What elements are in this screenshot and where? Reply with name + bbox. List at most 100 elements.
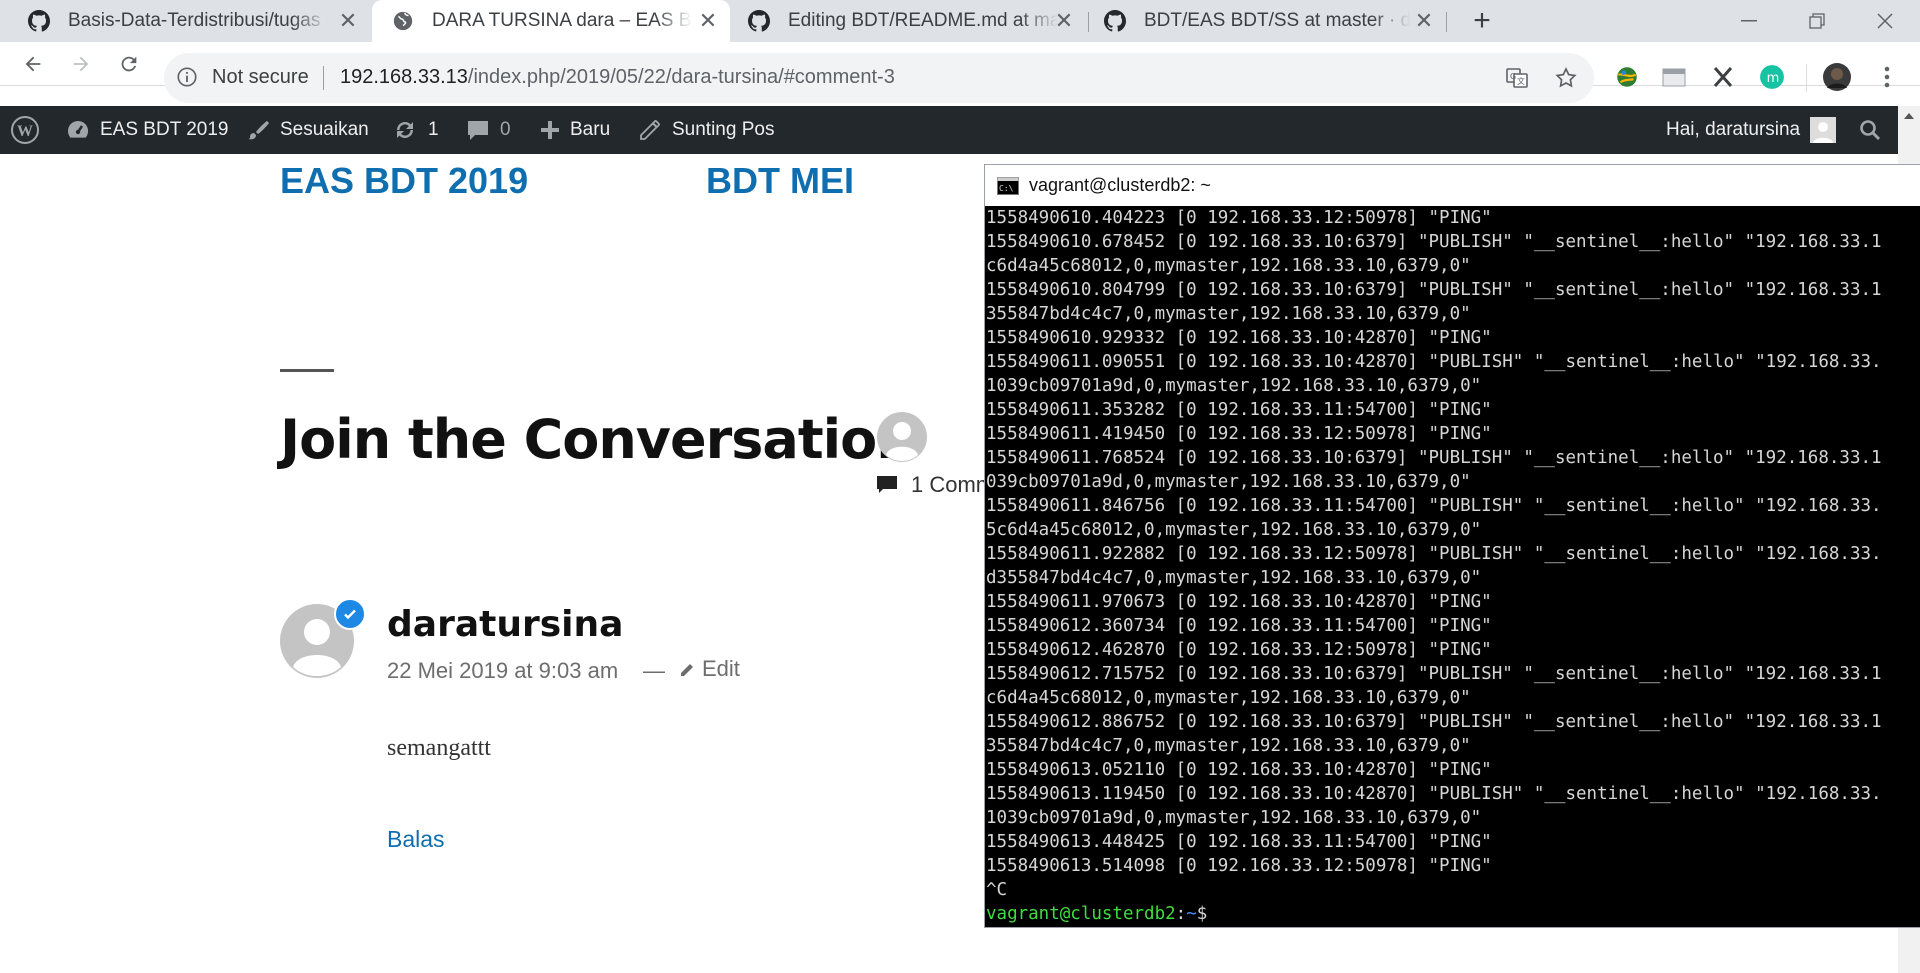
verified-check-icon [334, 598, 366, 630]
terminal-line: d355847bd4c4c7,0,mymaster,192.168.33.10,… [986, 568, 1482, 588]
close-tab-icon[interactable]: ✕ [1052, 9, 1076, 33]
terminal-prompt[interactable]: vagrant@clusterdb2:~$ [985, 902, 1920, 926]
url-host: 192.168.33.13 [340, 66, 468, 88]
new-tab-button[interactable]: + [1466, 6, 1498, 38]
terminal-line: 1558490613.052110 [0 192.168.33.10:42870… [986, 760, 1492, 780]
wp-new[interactable]: Baru [540, 106, 610, 154]
close-tab-icon[interactable]: ✕ [1412, 9, 1436, 33]
close-tab-icon[interactable]: ✕ [696, 9, 720, 33]
terminal-line: 1558490611.090551 [0 192.168.33.10:42870… [986, 352, 1882, 372]
comment-bubble-icon [468, 121, 488, 140]
comment-count-label: 1 Comm [911, 472, 995, 497]
url-divider [323, 66, 324, 90]
forward-icon[interactable] [64, 48, 98, 80]
tab-title: Editing BDT/README.md at master [788, 10, 1058, 31]
terminal-line: 5c6d4a45c68012,0,mymaster,192.168.33.10,… [986, 520, 1482, 540]
comment-date[interactable]: 22 Mei 2019 at 9:03 am [387, 658, 618, 684]
conversation-heading: Join the Conversation [280, 408, 915, 471]
url-text[interactable]: 192.168.33.13/index.php/2019/05/22/dara-… [340, 66, 895, 89]
close-window-icon[interactable] [1850, 0, 1920, 42]
site-title-link[interactable]: EAS BDT 2019 [280, 160, 528, 202]
svg-text:W: W [17, 123, 33, 140]
terminal-line: 355847bd4c4c7,0,mymaster,192.168.33.10,6… [986, 304, 1471, 324]
wp-site-name: EAS BDT 2019 [100, 119, 229, 140]
tab-separator [1088, 12, 1089, 32]
minimize-icon[interactable] [1714, 0, 1784, 42]
wp-customize[interactable]: Sesuaikan [246, 106, 369, 154]
close-tab-icon[interactable]: ✕ [336, 9, 360, 33]
extension-m-icon[interactable]: m [1757, 62, 1787, 92]
terminal-line: 1558490611.922882 [0 192.168.33.12:50978… [986, 544, 1882, 564]
github-icon [1104, 10, 1126, 32]
terminal-line: ^C [986, 880, 1008, 900]
terminal-line: c6d4a45c68012,0,mymaster,192.168.33.10,6… [986, 688, 1471, 708]
terminal-line: 039cb09701a9d,0,mymaster,192.168.33.10,6… [986, 472, 1471, 492]
security-label[interactable]: Not secure [212, 66, 309, 89]
extension-window-icon[interactable] [1660, 62, 1690, 92]
terminal-title: vagrant@clusterdb2: ~ [1029, 175, 1211, 195]
wp-account[interactable]: Hai, daratursina [1666, 106, 1837, 154]
nav-menu-item[interactable]: BDT MEI [706, 160, 854, 202]
extension-x-icon[interactable] [1708, 62, 1738, 92]
back-icon[interactable] [16, 48, 50, 80]
brush-icon [248, 121, 269, 140]
pencil-icon [640, 120, 660, 140]
tab-3[interactable]: Editing BDT/README.md at master ✕ [730, 0, 1086, 42]
svg-text:C:\: C:\ [999, 184, 1014, 193]
tab-separator [1446, 12, 1447, 32]
terminal-line: 1558490610.404223 [0 192.168.33.12:50978… [986, 208, 1492, 228]
profile-avatar[interactable] [1822, 62, 1852, 92]
wp-customize-label: Sesuaikan [280, 119, 369, 140]
comment-count[interactable]: 1 Comm [877, 472, 994, 498]
wp-edit-post[interactable]: Sunting Pos [638, 106, 774, 154]
tab-4[interactable]: BDT/EAS BDT/SS at master · dara ✕ [1090, 0, 1446, 42]
terminal-line: 1558490611.419450 [0 192.168.33.12:50978… [986, 424, 1492, 444]
terminal-output[interactable]: 1558490610.404223 [0 192.168.33.12:50978… [985, 206, 1920, 927]
terminal-line: 1558490613.514098 [0 192.168.33.12:50978… [986, 856, 1492, 876]
svg-text:文: 文 [1517, 76, 1525, 86]
terminal-line: 1558490611.846756 [0 192.168.33.11:54700… [986, 496, 1882, 516]
terminal-line: 1558490613.119450 [0 192.168.33.10:42870… [986, 784, 1882, 804]
terminal-titlebar[interactable]: C:\ vagrant@clusterdb2: ~ [985, 165, 1920, 206]
tab-2-active[interactable]: DARA TURSINA dara – EAS BDT 2019 ✕ [372, 0, 730, 42]
wp-site-menu[interactable]: EAS BDT 2019 [66, 106, 229, 154]
wordpress-logo-icon[interactable]: W [10, 106, 50, 154]
comment-icon [877, 476, 897, 493]
svg-text:G: G [1510, 72, 1516, 81]
globe-icon [392, 10, 414, 32]
info-icon[interactable] [176, 66, 198, 88]
search-icon[interactable] [1858, 106, 1892, 154]
console-icon: C:\ [997, 176, 1019, 195]
url-path: /index.php/2019/05/22/dara-tursina/#comm… [467, 66, 895, 88]
extension-globe-icon[interactable] [1612, 62, 1642, 92]
user-avatar-icon [1810, 117, 1837, 143]
reload-icon[interactable] [112, 48, 146, 80]
tab-1[interactable]: Basis-Data-Terdistribusi/tugas EAS ✕ [0, 0, 370, 42]
terminal-line: 1558490611.970673 [0 192.168.33.10:42870… [986, 592, 1492, 612]
wp-updates[interactable]: 1 [392, 106, 439, 154]
wp-updates-count: 1 [428, 119, 439, 140]
github-icon [28, 10, 50, 32]
terminal-line: 1558490610.678452 [0 192.168.33.10:6379]… [986, 232, 1882, 252]
terminal-line: 1039cb09701a9d,0,mymaster,192.168.33.10,… [986, 808, 1482, 828]
translate-icon[interactable]: G文 [1503, 64, 1531, 92]
wp-new-label: Baru [570, 119, 611, 140]
comment-edit-label: Edit [702, 656, 740, 681]
pencil-icon [681, 664, 693, 676]
plus-icon [541, 121, 559, 139]
prompt-user: vagrant@clusterdb2 [986, 904, 1176, 924]
restore-icon[interactable] [1782, 0, 1852, 42]
comment-author[interactable]: daratursina [387, 604, 623, 645]
menu-kebab-icon[interactable] [1872, 62, 1902, 92]
tab-title: Basis-Data-Terdistribusi/tugas EAS [68, 10, 328, 31]
prompt-separator: : [1175, 904, 1187, 924]
comment-edit-link[interactable]: Edit [680, 656, 740, 682]
github-icon [748, 10, 770, 32]
bookmark-star-icon[interactable] [1552, 64, 1580, 92]
wp-comments[interactable]: 0 [466, 106, 511, 154]
tab-title: DARA TURSINA dara – EAS BDT 2019 [432, 10, 692, 31]
commenter-avatar-icon [877, 412, 927, 462]
section-divider [280, 369, 334, 372]
comment-text: semangattt [387, 735, 491, 761]
comment-reply-link[interactable]: Balas [387, 826, 445, 853]
